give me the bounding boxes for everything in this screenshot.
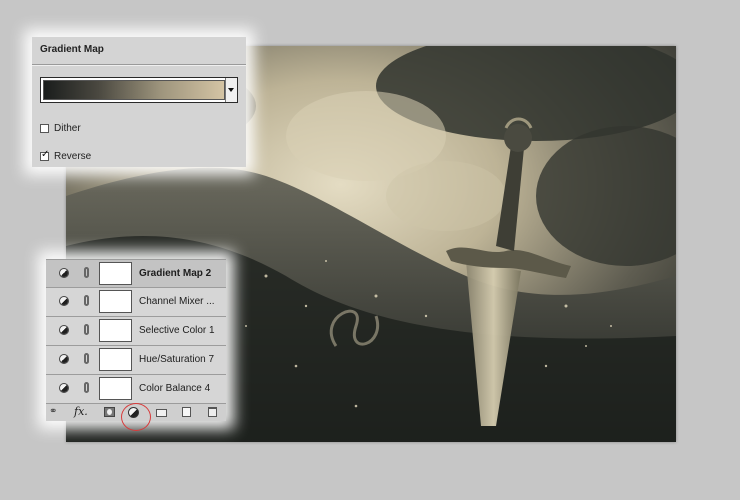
checkmark-icon: ✓ (41, 148, 50, 160)
layer-name[interactable]: Selective Color 1 (139, 325, 215, 336)
link-layers-icon[interactable]: ⚭ (49, 406, 65, 417)
folder-icon[interactable] (156, 409, 167, 417)
layer-row[interactable]: Channel Mixer ... (46, 287, 226, 315)
layer-mask-thumbnail[interactable] (99, 262, 132, 285)
layer-mask-thumbnail[interactable] (99, 319, 132, 342)
layer-row[interactable]: Selective Color 1 (46, 316, 226, 344)
layer-name[interactable]: Gradient Map 2 (139, 268, 211, 279)
reverse-checkbox[interactable]: ✓ (40, 148, 50, 161)
layer-mask-thumbnail[interactable] (99, 377, 132, 400)
dither-option[interactable]: Dither (40, 122, 81, 134)
layer-row[interactable]: Color Balance 4 (46, 374, 226, 402)
dither-label: Dither (54, 122, 81, 134)
layer-row[interactable]: Hue/Saturation 7 (46, 345, 226, 373)
reverse-option[interactable]: ✓ Reverse (40, 148, 92, 162)
chain-link-icon[interactable] (84, 353, 89, 364)
layer-mask-thumbnail[interactable] (99, 290, 132, 313)
visibility-eye-icon[interactable] (59, 296, 69, 306)
visibility-eye-icon[interactable] (59, 268, 69, 278)
visibility-eye-icon[interactable] (59, 354, 69, 364)
chain-link-icon[interactable] (84, 295, 89, 306)
panel-title: Gradient Map (40, 44, 104, 55)
trash-icon[interactable] (208, 407, 217, 417)
fx-icon[interactable]: fx. (74, 405, 88, 418)
highlight-annotation-circle (121, 403, 151, 431)
new-layer-icon[interactable] (182, 407, 191, 417)
layer-name[interactable]: Hue/Saturation 7 (139, 354, 214, 365)
chain-link-icon[interactable] (84, 324, 89, 335)
layer-mask-thumbnail[interactable] (99, 348, 132, 371)
layer-row[interactable]: Gradient Map 2 (46, 259, 226, 287)
chain-link-icon[interactable] (84, 382, 89, 393)
add-mask-icon[interactable] (104, 407, 115, 417)
layer-name[interactable]: Channel Mixer ... (139, 296, 215, 307)
layer-name[interactable]: Color Balance 4 (139, 383, 210, 394)
chain-link-icon[interactable] (84, 267, 89, 278)
layers-panel: Gradient Map 2 Channel Mixer ... Selecti… (46, 259, 226, 421)
gradient-map-panel: Gradient Map Dither ✓ Reverse (32, 37, 246, 167)
chevron-down-icon[interactable] (225, 78, 237, 102)
gradient-picker[interactable] (40, 77, 238, 103)
reverse-label: Reverse (54, 150, 92, 162)
divider (32, 64, 246, 65)
dither-checkbox[interactable] (40, 123, 49, 133)
gradient-preview[interactable] (43, 80, 225, 100)
visibility-eye-icon[interactable] (59, 325, 69, 335)
visibility-eye-icon[interactable] (59, 383, 69, 393)
